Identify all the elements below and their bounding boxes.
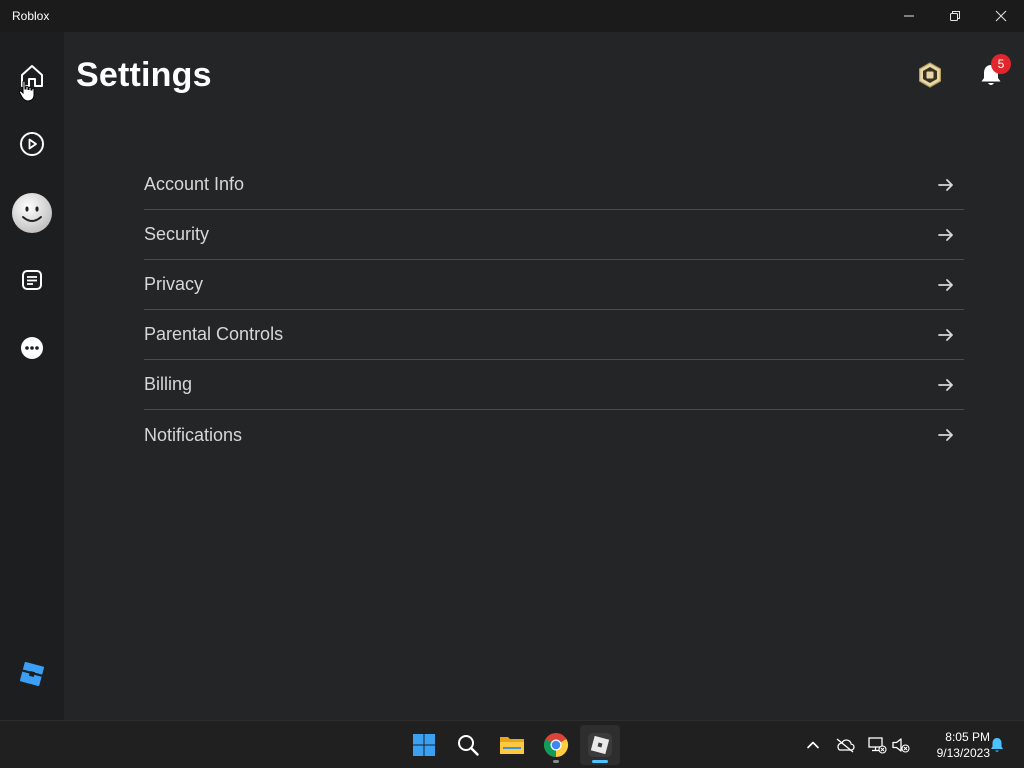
- tray-overflow-button[interactable]: [802, 733, 824, 757]
- close-button[interactable]: [978, 0, 1024, 32]
- close-icon: [995, 10, 1007, 22]
- taskbar-running-indicator: [592, 760, 608, 763]
- main-content: Settings 5 Account Info Security Privacy…: [64, 32, 1024, 720]
- restore-icon: [950, 11, 960, 21]
- roblox-logo-icon: [19, 661, 45, 687]
- settings-item-billing[interactable]: Billing: [144, 360, 964, 410]
- avatar: [12, 193, 52, 233]
- arrow-right-icon: [938, 228, 953, 241]
- taskbar-clock[interactable]: 8:05 PM 9/13/2023: [918, 729, 990, 761]
- settings-item-privacy[interactable]: Privacy: [144, 260, 964, 310]
- arrow-right-icon: [938, 328, 953, 341]
- settings-item-label: Privacy: [144, 274, 204, 294]
- sidebar-item-avatar[interactable]: [11, 192, 53, 234]
- search-icon: [458, 735, 479, 756]
- taskbar: 8:05 PM 9/13/2023: [0, 720, 1024, 768]
- more-icon: [21, 337, 43, 359]
- notification-badge: 5: [991, 54, 1011, 74]
- chat-icon: [22, 270, 42, 290]
- settings-item-label: Notifications: [144, 424, 243, 445]
- settings-item-label: Billing: [144, 374, 193, 394]
- taskbar-roblox[interactable]: [580, 725, 620, 765]
- minimize-button[interactable]: [886, 0, 932, 32]
- clock-date: 9/13/2023: [936, 746, 990, 760]
- arrow-right-icon: [938, 178, 953, 191]
- tray-notifications-button[interactable]: [986, 733, 1008, 757]
- arrow-right-icon: [938, 429, 953, 441]
- play-icon: [20, 132, 44, 156]
- taskbar-search-button[interactable]: [448, 725, 488, 765]
- settings-item-account-info[interactable]: Account Info: [144, 160, 964, 210]
- hand-cursor-icon: [18, 80, 35, 102]
- window-titlebar: Roblox: [0, 0, 1024, 32]
- settings-item-security[interactable]: Security: [144, 210, 964, 260]
- sidebar-item-more[interactable]: [12, 328, 52, 368]
- notification-bell-icon: [991, 738, 1003, 752]
- robux-button[interactable]: [916, 61, 944, 89]
- settings-item-parental-controls[interactable]: Parental Controls: [144, 310, 964, 360]
- sidebar-item-chat[interactable]: [12, 260, 52, 300]
- roblox-app-icon: [588, 733, 612, 757]
- tray-onedrive-button[interactable]: [834, 733, 856, 757]
- sidebar-item-play[interactable]: [12, 124, 52, 164]
- arrow-right-icon: [938, 278, 953, 291]
- roblox-logo-button[interactable]: [12, 654, 52, 694]
- volume-muted-icon: [892, 738, 910, 753]
- taskbar-chrome[interactable]: [536, 725, 576, 765]
- settings-item-label: Account Info: [144, 174, 245, 194]
- settings-item-label: Parental Controls: [144, 324, 284, 344]
- settings-item-notifications[interactable]: Notifications: [144, 410, 964, 460]
- chrome-icon: [543, 733, 569, 757]
- taskbar-start-button[interactable]: [404, 725, 444, 765]
- clock-time: 8:05 PM: [945, 730, 990, 744]
- window-title: Roblox: [12, 9, 50, 23]
- taskbar-running-indicator: [553, 760, 559, 763]
- page-title: Settings: [76, 56, 212, 94]
- settings-item-label: Security: [144, 224, 210, 244]
- arrow-right-icon: [938, 378, 953, 391]
- network-icon: [868, 737, 887, 754]
- settings-list: Account Info Security Privacy Parental C…: [144, 160, 964, 460]
- sidebar: [0, 32, 64, 720]
- minimize-icon: [904, 15, 914, 17]
- taskbar-file-explorer[interactable]: [492, 725, 532, 765]
- file-explorer-icon: [500, 737, 524, 754]
- chevron-up-icon: [807, 741, 819, 749]
- windows-start-icon: [413, 734, 435, 756]
- cloud-off-icon: [836, 738, 855, 753]
- robux-icon: [919, 62, 941, 88]
- tray-network-button[interactable]: [866, 733, 888, 757]
- restore-button[interactable]: [932, 0, 978, 32]
- tray-volume-button[interactable]: [890, 733, 912, 757]
